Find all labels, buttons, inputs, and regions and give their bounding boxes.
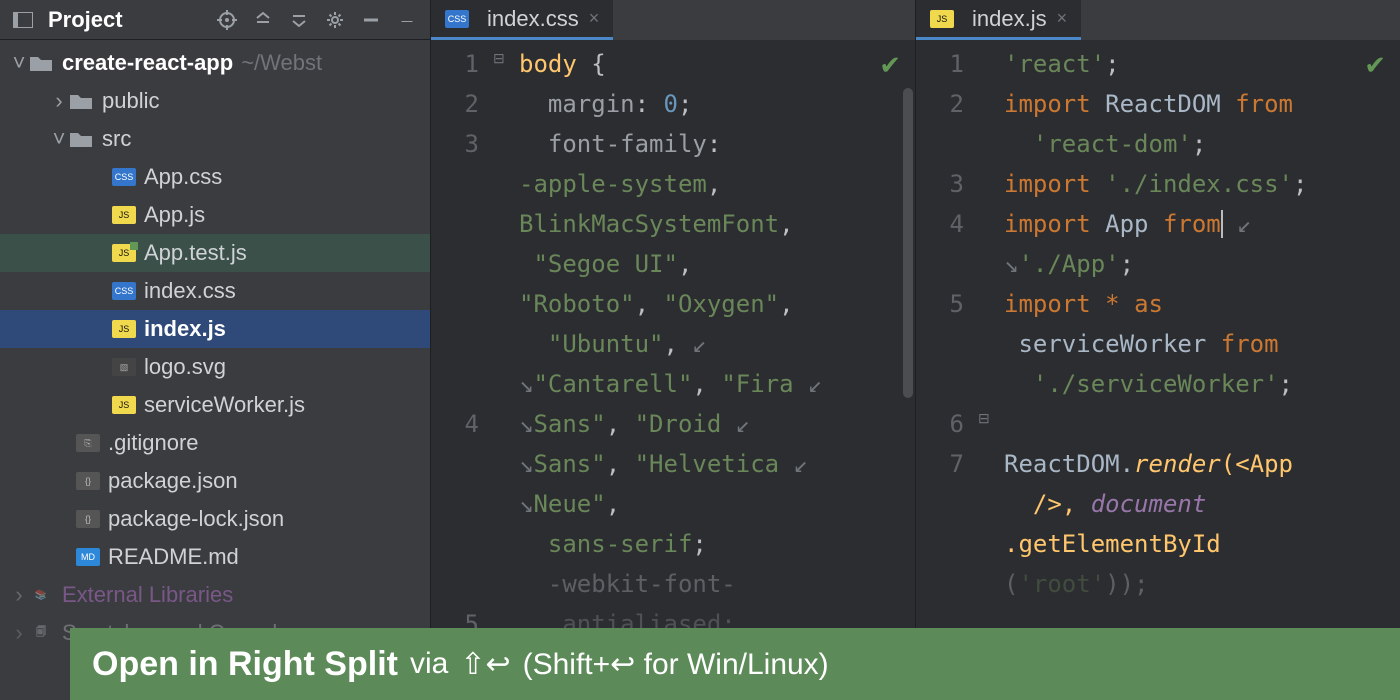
collapse-all-icon[interactable]: [288, 9, 310, 31]
library-icon: 📚: [28, 584, 54, 606]
tree-file-sw[interactable]: JSserviceWorker.js: [0, 386, 430, 424]
folder-icon: [68, 90, 94, 112]
tree-file-apptest[interactable]: JSApp.test.js: [0, 234, 430, 272]
minimize-icon[interactable]: [360, 9, 382, 31]
tab-row: JS index.js ×: [916, 0, 1400, 40]
js-test-file-icon: JS: [112, 244, 136, 262]
wrap-arrow-icon: ↘: [519, 490, 533, 518]
tree-file-indexjs[interactable]: JSindex.js: [0, 310, 430, 348]
code-area-js[interactable]: 1 2 3 4 5 6 7 ⊟ 'react'; import ReactDOM…: [916, 40, 1400, 700]
scratch-icon: 🗐: [28, 622, 54, 644]
chevron-right-icon: ›: [10, 582, 28, 608]
tree-external-libs[interactable]: ›📚External Libraries: [0, 576, 430, 614]
json-file-icon: {}: [76, 472, 100, 490]
tree-folder-src[interactable]: ˅ src: [0, 120, 430, 158]
js-file-icon: JS: [112, 320, 136, 338]
fold-toggle-icon[interactable]: ⊟: [493, 50, 511, 90]
fold-bar: ⊟: [978, 40, 996, 700]
gear-icon[interactable]: [324, 9, 346, 31]
json-file-icon: {}: [76, 510, 100, 528]
gutter-css: 1 2 3 4 5: [431, 40, 493, 700]
editor-pane-css: CSS index.css × ✔ 1 2 3 4 5 ⊟ body { mar…: [430, 0, 915, 700]
folder-name: src: [102, 126, 131, 152]
image-file-icon: ▧: [112, 358, 136, 376]
js-file-icon: JS: [930, 10, 954, 28]
chevron-down-icon: ˅: [50, 126, 68, 152]
tree-file-appcss[interactable]: CSSApp.css: [0, 158, 430, 196]
tree-folder-public[interactable]: › public: [0, 82, 430, 120]
project-sidebar: Project ⎯ ˅ create-react-app ~/Webst › p…: [0, 0, 430, 700]
tree-file-logo[interactable]: ▧logo.svg: [0, 348, 430, 386]
tip-banner: Open in Right Split via ⇧↩ (Shift+↩ for …: [70, 628, 1400, 700]
wrap-arrow-icon: ↘: [519, 370, 533, 398]
project-icon: [12, 9, 34, 31]
md-file-icon: MD: [76, 548, 100, 566]
sidebar-title: Project: [48, 7, 202, 33]
tree-file-packagelock[interactable]: {}package-lock.json: [0, 500, 430, 538]
tree-file-readme[interactable]: MDREADME.md: [0, 538, 430, 576]
wrap-arrow-icon: ↙: [808, 370, 822, 398]
root-name: create-react-app: [62, 50, 233, 76]
expand-all-icon[interactable]: [252, 9, 274, 31]
wrap-arrow-icon: ↙: [794, 450, 808, 478]
code-css[interactable]: body { margin: 0; font-family: -apple-sy…: [511, 40, 915, 700]
tree-file-appjs[interactable]: JSApp.js: [0, 196, 430, 234]
wrap-arrow-icon: ↘: [1004, 250, 1018, 278]
tree-file-package[interactable]: {}package.json: [0, 462, 430, 500]
chevron-right-icon: ›: [10, 620, 28, 646]
editor-area: CSS index.css × ✔ 1 2 3 4 5 ⊟ body { mar…: [430, 0, 1400, 700]
tree-root[interactable]: ˅ create-react-app ~/Webst: [0, 44, 430, 82]
root-path: ~/Webst: [241, 50, 322, 76]
wrap-arrow-icon: ↙: [736, 410, 750, 438]
close-icon[interactable]: ×: [1057, 8, 1068, 29]
folder-icon: [28, 52, 54, 74]
text-file-icon: ⎘: [76, 434, 100, 452]
fold-bar: ⊟: [493, 40, 511, 700]
close-icon[interactable]: ×: [589, 8, 600, 29]
gutter-js: 1 2 3 4 5 6 7: [916, 40, 978, 700]
tree-file-gitignore[interactable]: ⎘.gitignore: [0, 424, 430, 462]
wrap-arrow-icon: ↘: [519, 450, 533, 478]
folder-name: public: [102, 88, 159, 114]
code-area-css[interactable]: 1 2 3 4 5 ⊟ body { margin: 0; font-famil…: [431, 40, 915, 700]
wrap-arrow-icon: ↙: [1237, 210, 1251, 238]
chevron-down-icon: ˅: [10, 50, 28, 76]
wrap-arrow-icon: ↘: [519, 410, 533, 438]
tab-row: CSS index.css ×: [431, 0, 915, 40]
css-file-icon: CSS: [112, 282, 136, 300]
js-file-icon: JS: [112, 396, 136, 414]
chevron-right-icon: ›: [50, 88, 68, 114]
hide-icon[interactable]: ⎯: [396, 9, 418, 31]
css-file-icon: CSS: [112, 168, 136, 186]
project-tree: ˅ create-react-app ~/Webst › public ˅ sr…: [0, 40, 430, 700]
css-file-icon: CSS: [445, 10, 469, 28]
fold-toggle-icon[interactable]: ⊟: [978, 410, 996, 450]
target-icon[interactable]: [216, 9, 238, 31]
tree-file-indexcss[interactable]: CSSindex.css: [0, 272, 430, 310]
folder-icon: [68, 128, 94, 150]
js-file-icon: JS: [112, 206, 136, 224]
tab-indexjs[interactable]: JS index.js ×: [916, 0, 1081, 40]
sidebar-header: Project ⎯: [0, 0, 430, 40]
code-js[interactable]: 'react'; import ReactDOM from 'react-dom…: [996, 40, 1400, 700]
editor-pane-js: JS index.js × ✔ 1 2 3 4 5 6 7 ⊟ 'react';: [915, 0, 1400, 700]
tab-indexcss[interactable]: CSS index.css ×: [431, 0, 613, 40]
wrap-arrow-icon: ↙: [692, 330, 706, 358]
